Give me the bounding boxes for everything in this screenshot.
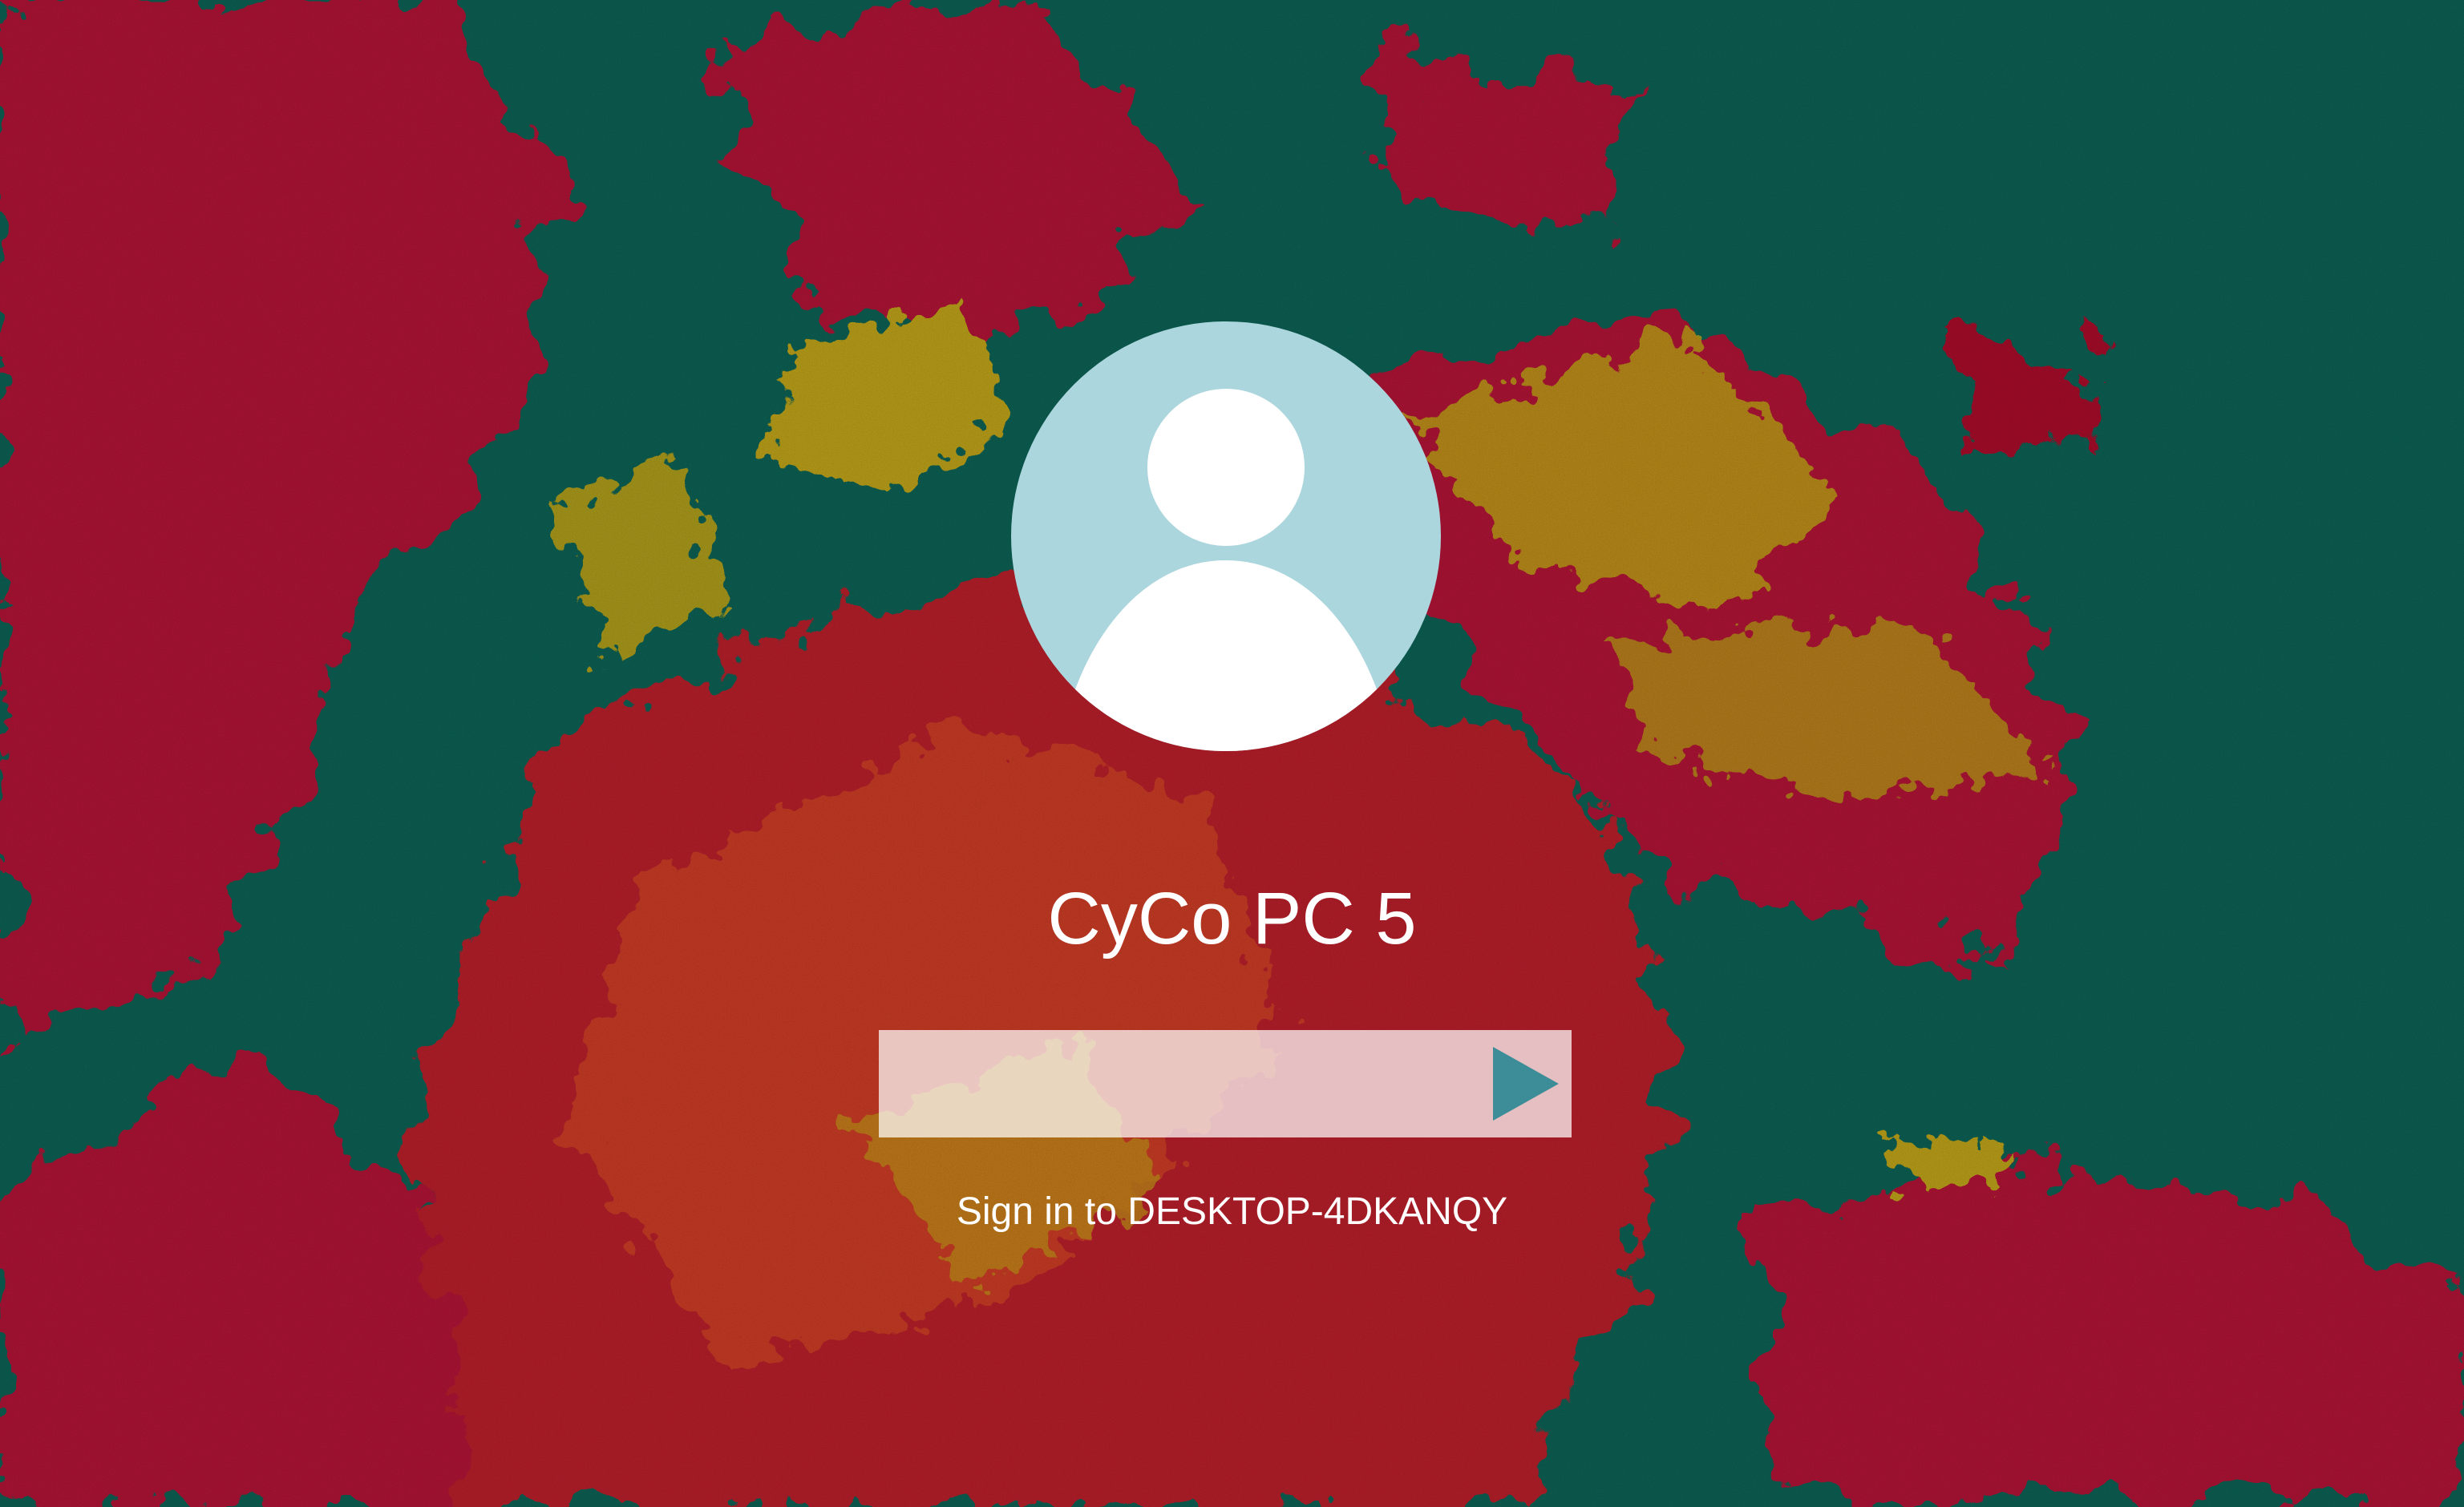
wallpaper-dim-overlay xyxy=(0,0,2464,1507)
sign-in-target-label: Sign in to DESKTOP-4DKANQY xyxy=(956,1190,1508,1233)
user-silhouette-icon xyxy=(1072,389,1380,751)
user-avatar xyxy=(1011,321,1441,751)
lock-screen: CyCo PC 5 Sign in to DESKTOP-4DKANQY xyxy=(0,0,2464,1507)
password-box xyxy=(879,1030,1572,1137)
password-input[interactable] xyxy=(879,1030,1480,1137)
submit-button[interactable] xyxy=(1480,1030,1572,1137)
username-label: CyCo PC 5 xyxy=(1047,878,1417,960)
right-arrow-icon xyxy=(1493,1047,1559,1121)
